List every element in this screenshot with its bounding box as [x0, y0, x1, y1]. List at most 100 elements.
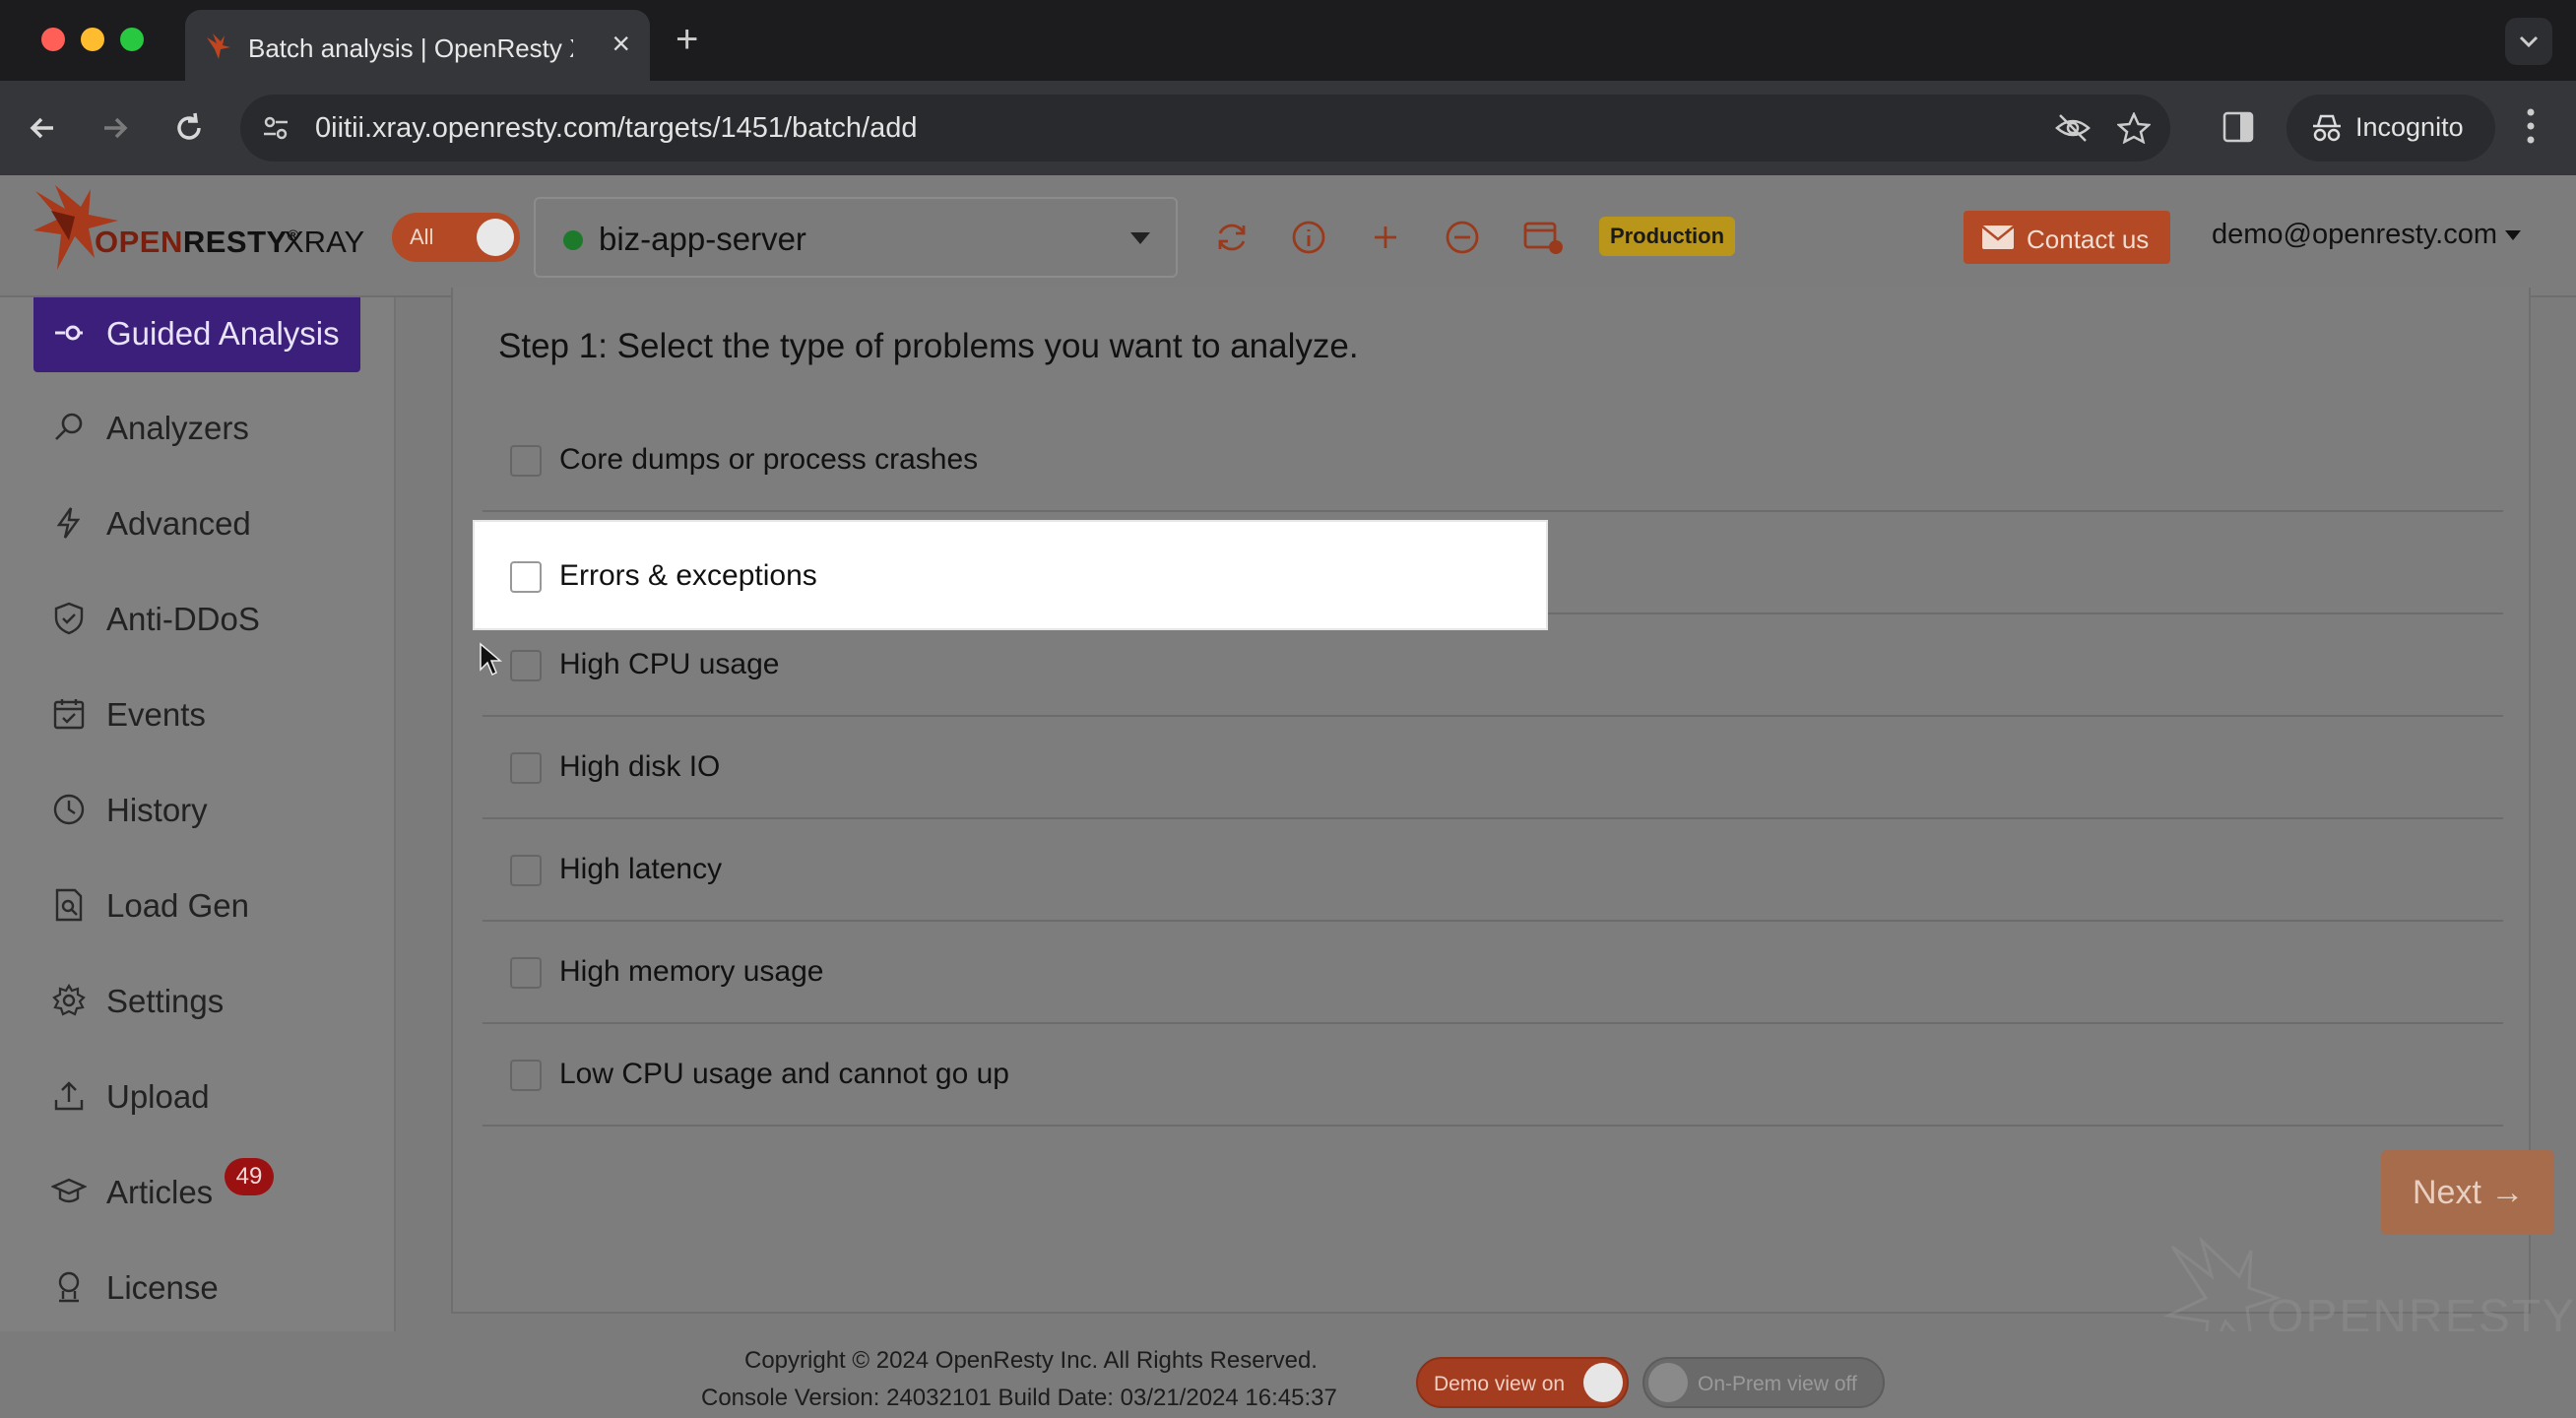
option-high-latency[interactable]: High latency [483, 819, 2503, 922]
shield-icon [54, 602, 84, 635]
browser-toolbar: 0iitii.xray.openresty.com/targets/1451/b… [0, 81, 2576, 175]
option-core-dumps[interactable]: Core dumps or process crashes [483, 410, 2503, 512]
sidebar-item-label: Analyzers [106, 410, 249, 446]
eye-off-icon[interactable] [2054, 112, 2092, 144]
sidebar-item-label: Settings [106, 983, 225, 1019]
sidebar-item-advanced[interactable]: Advanced [33, 487, 368, 556]
option-checkbox[interactable] [510, 445, 542, 477]
gear-icon [52, 983, 86, 1016]
sidebar-item-analyzers[interactable]: Analyzers [33, 392, 368, 461]
option-high-disk-io[interactable]: High disk IO [483, 717, 2503, 819]
sidebar-item-label: License [106, 1269, 219, 1306]
forward-icon[interactable] [91, 104, 138, 152]
option-low-cpu[interactable]: Low CPU usage and cannot go up [483, 1024, 2503, 1127]
mouse-cursor-icon [480, 642, 502, 677]
tab-close-icon[interactable]: × [612, 26, 630, 62]
sidebar-item-history[interactable]: History [33, 774, 368, 843]
option-label: High memory usage [559, 955, 824, 988]
bookmark-star-icon[interactable] [2117, 112, 2151, 144]
option-high-memory[interactable]: High memory usage [483, 922, 2503, 1024]
chevron-down-icon [2519, 35, 2539, 48]
option-label: High CPU usage [559, 648, 780, 680]
mail-icon [1981, 226, 2015, 249]
add-target-icon[interactable] [1367, 219, 1404, 256]
minimize-window-button[interactable] [81, 28, 104, 51]
refresh-icon[interactable] [1213, 219, 1251, 256]
maximize-window-button[interactable] [120, 28, 144, 51]
contact-us-button[interactable]: Contact us [1964, 211, 2170, 264]
calendar-icon [53, 699, 85, 730]
option-checkbox[interactable] [510, 561, 542, 593]
address-bar[interactable]: 0iitii.xray.openresty.com/targets/1451/b… [240, 95, 2170, 161]
option-label: Core dumps or process crashes [559, 443, 979, 476]
magnifier-icon [55, 413, 83, 440]
remove-target-icon[interactable] [1444, 219, 1481, 256]
back-icon[interactable] [20, 104, 67, 152]
user-caret-icon [2505, 230, 2522, 241]
sidebar-item-label: Upload [106, 1078, 210, 1115]
sidebar-item-articles[interactable]: Articles 49 [33, 1156, 368, 1225]
sidebar-item-anti-ddos[interactable]: Anti-DDoS [33, 583, 368, 652]
dropdown-caret-icon [1130, 232, 1150, 244]
new-tab-icon[interactable]: + [676, 18, 698, 62]
toggle-knob [477, 219, 514, 256]
info-icon[interactable] [1290, 219, 1327, 256]
demo-view-toggle[interactable]: Demo view on [1416, 1357, 1629, 1408]
logo-xray: XRAY [284, 225, 365, 259]
sidebar-item-guided-analysis[interactable]: Guided Analysis [33, 297, 360, 372]
main-content: Step 1: Select the type of problems you … [396, 288, 2576, 1331]
incognito-indicator[interactable]: Incognito [2286, 95, 2495, 161]
close-window-button[interactable] [41, 28, 65, 51]
all-targets-toggle[interactable]: All [392, 213, 520, 262]
sidebar-item-events[interactable]: Events [33, 678, 368, 747]
copyright-text: Copyright © 2024 OpenResty Inc. All Righ… [744, 1347, 1318, 1374]
sidebar-item-label: Load Gen [106, 887, 249, 924]
tab-strip: Batch analysis | OpenResty X × + [0, 0, 2576, 81]
target-selector[interactable]: biz-app-server [534, 197, 1178, 278]
option-errors-exceptions[interactable]: Errors & exceptions [473, 520, 1548, 630]
option-checkbox[interactable] [510, 650, 542, 681]
url-text: 0iitii.xray.openresty.com/targets/1451/b… [315, 112, 918, 144]
option-label: High disk IO [559, 750, 721, 783]
toggle-all-label: All [410, 225, 434, 249]
award-icon [58, 1271, 80, 1303]
environment-badge: Production [1599, 217, 1735, 256]
option-checkbox[interactable] [510, 1060, 542, 1091]
target-name: biz-app-server [599, 221, 806, 257]
toggle-knob [1583, 1363, 1623, 1402]
onprem-view-toggle[interactable]: On-Prem view off [1642, 1357, 1885, 1408]
version-text: Console Version: 24032101 Build Date: 03… [701, 1385, 1337, 1411]
demo-view-label: Demo view on [1434, 1373, 1566, 1395]
step-title: Step 1: Select the type of problems you … [498, 327, 1359, 365]
option-checkbox[interactable] [510, 855, 542, 886]
openresty-xray-logo[interactable]: OPENRESTY® XRAY [30, 181, 364, 280]
reload-icon[interactable] [165, 104, 213, 152]
document-search-icon [55, 888, 83, 922]
sidebar-item-load-gen[interactable]: Load Gen [33, 870, 368, 938]
next-button[interactable]: Next → [2381, 1150, 2554, 1235]
sidebar-item-label: Articles [106, 1174, 214, 1210]
browser-menu-icon[interactable] [2525, 106, 2537, 146]
tab-title: Batch analysis | OpenResty X [248, 33, 573, 63]
batch-analysis-panel: Step 1: Select the type of problems you … [451, 288, 2554, 1314]
clock-icon [53, 794, 85, 825]
sidebar-item-settings[interactable]: Settings [33, 965, 368, 1034]
upload-icon [54, 1081, 84, 1111]
sidebar: Guided Analysis Analyzers Advanced Anti-… [0, 297, 396, 1331]
sidebar-item-label: Guided Analysis [106, 315, 340, 352]
site-settings-icon[interactable] [260, 112, 291, 144]
option-checkbox[interactable] [510, 752, 542, 784]
target-settings-icon[interactable] [1522, 219, 1564, 256]
bolt-icon [56, 507, 81, 539]
browser-tab[interactable]: Batch analysis | OpenResty X × [185, 10, 650, 81]
sidebar-item-license[interactable]: License [33, 1252, 368, 1321]
option-label: Errors & exceptions [559, 559, 817, 592]
tab-search-button[interactable] [2505, 18, 2552, 65]
sidebar-item-upload[interactable]: Upload [33, 1061, 368, 1129]
articles-count-badge: 49 [225, 1158, 274, 1195]
option-checkbox[interactable] [510, 957, 542, 989]
user-email: demo@openresty.com [2212, 219, 2498, 250]
side-panel-icon[interactable] [2222, 110, 2255, 144]
sidebar-item-label: History [106, 792, 208, 828]
user-menu[interactable]: demo@openresty.com [2212, 219, 2522, 251]
